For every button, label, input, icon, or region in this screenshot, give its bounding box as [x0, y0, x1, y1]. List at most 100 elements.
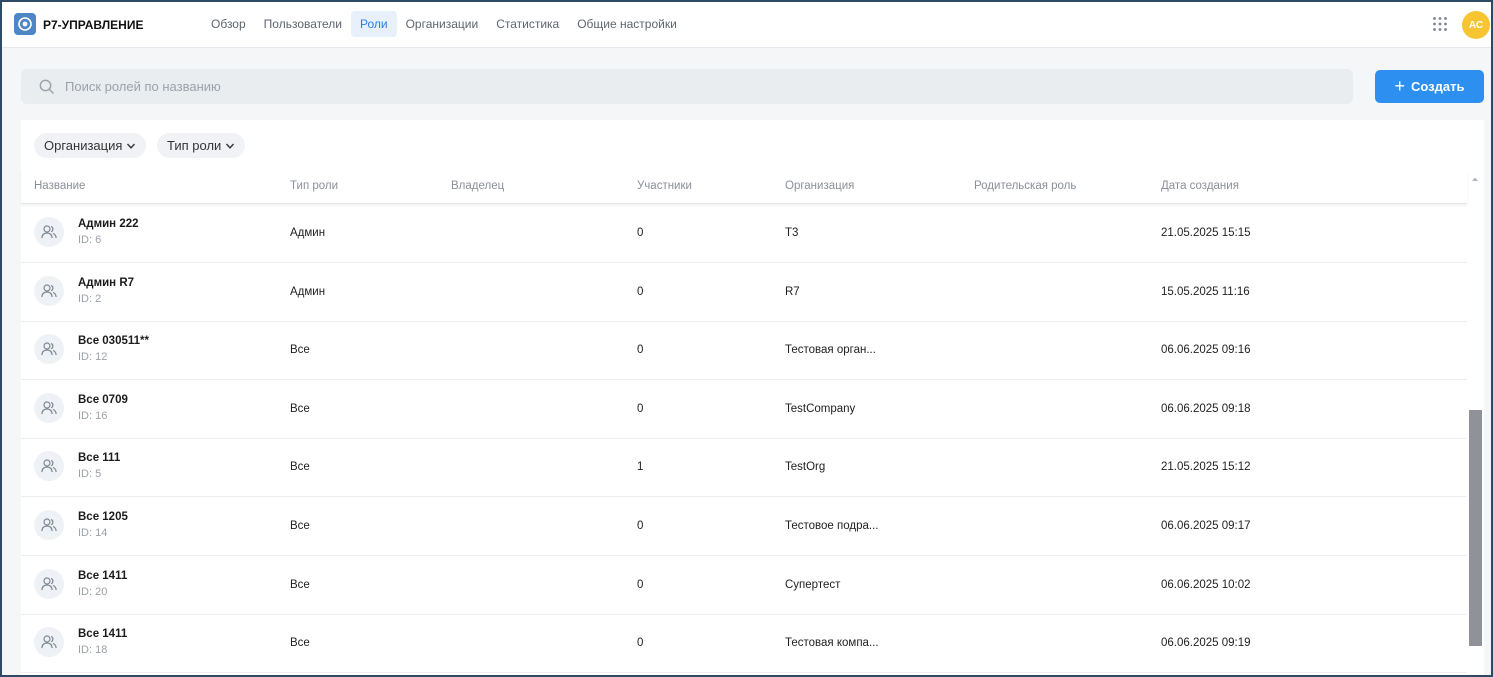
role-id: ID: 5 [78, 468, 102, 481]
role-users-icon [34, 275, 64, 306]
role-id: ID: 6 [78, 234, 102, 246]
role-members: 0 [637, 344, 644, 357]
nav-overview[interactable]: Обзор [202, 11, 255, 37]
search-icon [39, 79, 54, 94]
role-members: 0 [637, 402, 644, 415]
column-header-parent-role[interactable]: Родительская роль [974, 180, 1076, 192]
app-title[interactable]: Р7-УПРАВЛЕНИЕ [43, 18, 143, 32]
role-name: Все 1205 [78, 511, 128, 523]
table-row[interactable]: Все 030511** ID: 12 Все 0 Тестовая орган… [21, 321, 1467, 381]
role-created: 21.05.2025 15:15 [1161, 227, 1251, 239]
vertical-scrollbar[interactable] [1469, 410, 1482, 646]
role-type: Все [290, 637, 310, 650]
table-header: Название Тип роли Владелец Участники Орг… [21, 170, 1467, 204]
role-created: 06.06.2025 09:16 [1161, 344, 1251, 357]
column-header-name[interactable]: Название [34, 180, 85, 192]
role-name: Все 1411 [78, 628, 128, 641]
role-created: 21.05.2025 15:12 [1161, 461, 1251, 474]
create-button-label: Создать [1411, 79, 1465, 94]
search-bar [21, 69, 1353, 104]
role-id: ID: 2 [78, 292, 102, 305]
nav-organizations[interactable]: Организации [397, 11, 488, 37]
role-name: Все 111 [78, 452, 121, 465]
table-row[interactable]: Все 111 ID: 5 Все 1 TestOrg 21.05.2025 1… [21, 438, 1467, 498]
role-name: Админ 222 [78, 218, 139, 230]
role-organization: TestCompany [785, 402, 856, 415]
role-organization: Тестовая компа... [785, 637, 879, 650]
role-users-icon [34, 392, 64, 423]
role-created: 06.06.2025 09:17 [1161, 520, 1251, 532]
role-users-icon [34, 334, 64, 365]
table-row[interactable]: Админ R7 ID: 2 Админ 0 R7 15.05.2025 11:… [21, 263, 1467, 322]
role-id: ID: 20 [78, 585, 108, 598]
search-input[interactable] [65, 69, 1335, 104]
role-type: Все [290, 578, 310, 591]
filter-organization-label: Организация [44, 138, 123, 153]
create-button[interactable]: + Создать [1375, 70, 1484, 103]
role-members: 0 [637, 637, 644, 650]
role-type: Все [290, 344, 310, 357]
column-header-created[interactable]: Дата создания [1161, 180, 1239, 192]
role-name: Админ R7 [78, 276, 135, 289]
filter-role-type[interactable]: Тип роли [157, 133, 246, 158]
nav-roles[interactable]: Роли [351, 11, 397, 37]
role-users-icon [34, 217, 64, 247]
column-header-role-type[interactable]: Тип роли [290, 180, 338, 192]
role-name: Все 030511** [78, 335, 149, 348]
role-id: ID: 16 [78, 409, 108, 422]
role-type: Все [290, 402, 310, 415]
role-type: Все [290, 520, 310, 532]
role-name: Все 0709 [78, 393, 128, 406]
nav-users[interactable]: Пользователи [255, 11, 351, 37]
role-created: 15.05.2025 11:16 [1161, 285, 1250, 298]
role-users-icon [34, 510, 64, 540]
filter-organization[interactable]: Организация [34, 133, 147, 158]
main-nav: Обзор Пользователи Роли Организации Стат… [202, 11, 686, 37]
role-users-icon [34, 568, 64, 599]
role-organization: TestOrg [785, 461, 826, 474]
role-organization: Супертест [785, 578, 841, 591]
table-row[interactable]: Все 1411 ID: 20 Все 0 Супертест 06.06.20… [21, 556, 1467, 615]
grid-dots-icon[interactable] [1432, 16, 1448, 32]
column-header-owner[interactable]: Владелец [451, 180, 504, 192]
logo-icon[interactable] [14, 13, 36, 35]
user-avatar[interactable]: АС [1462, 11, 1490, 39]
role-created: 06.06.2025 09:18 [1161, 402, 1251, 415]
role-created: 06.06.2025 10:02 [1161, 578, 1251, 591]
role-type: Админ [290, 285, 326, 298]
role-members: 1 [637, 461, 644, 474]
role-name: Все 1411 [78, 569, 128, 582]
role-members: 0 [637, 520, 644, 532]
role-created: 06.06.2025 09:19 [1161, 637, 1251, 650]
role-type: Админ [290, 227, 326, 239]
role-organization: Тестовое подра... [785, 520, 879, 532]
role-organization: Тестовая орган... [785, 344, 876, 357]
role-organization: R7 [785, 285, 800, 298]
column-header-organization[interactable]: Организация [785, 180, 854, 192]
role-type: Все [290, 461, 310, 474]
chevron-down-icon [226, 143, 235, 149]
chevron-down-icon [127, 143, 136, 149]
role-members: 0 [637, 578, 644, 591]
roles-panel: Организация Тип роли Название Тип роли В… [21, 120, 1484, 675]
role-members: 0 [637, 227, 644, 239]
plus-icon: + [1394, 75, 1406, 96]
role-users-icon [34, 451, 64, 482]
role-id: ID: 12 [78, 351, 108, 364]
role-organization: Т3 [785, 227, 799, 239]
top-header: Р7-УПРАВЛЕНИЕ Обзор Пользователи Роли Ор… [2, 2, 1491, 48]
table-row[interactable]: Все 1205 ID: 14 Все 0 Тестовое подра... … [21, 497, 1467, 556]
role-members: 0 [637, 285, 644, 298]
filter-role-type-label: Тип роли [167, 138, 222, 153]
role-id: ID: 14 [78, 527, 108, 539]
table-row[interactable]: Админ 222 ID: 6 Админ 0 Т3 21.05.2025 15… [21, 204, 1467, 263]
nav-statistics[interactable]: Статистика [487, 11, 568, 37]
role-users-icon [34, 627, 64, 658]
table-row[interactable]: Все 1411 ID: 18 Все 0 Тестовая компа... … [21, 614, 1467, 674]
table-row[interactable]: Все 0709 ID: 16 Все 0 TestCompany 06.06.… [21, 380, 1467, 439]
app-window: Р7-УПРАВЛЕНИЕ Обзор Пользователи Роли Ор… [0, 0, 1493, 677]
role-id: ID: 18 [78, 644, 108, 657]
column-header-members[interactable]: Участники [637, 180, 692, 192]
nav-general-settings[interactable]: Общие настройки [568, 11, 686, 37]
scroll-up-arrow-icon[interactable] [1469, 174, 1481, 184]
